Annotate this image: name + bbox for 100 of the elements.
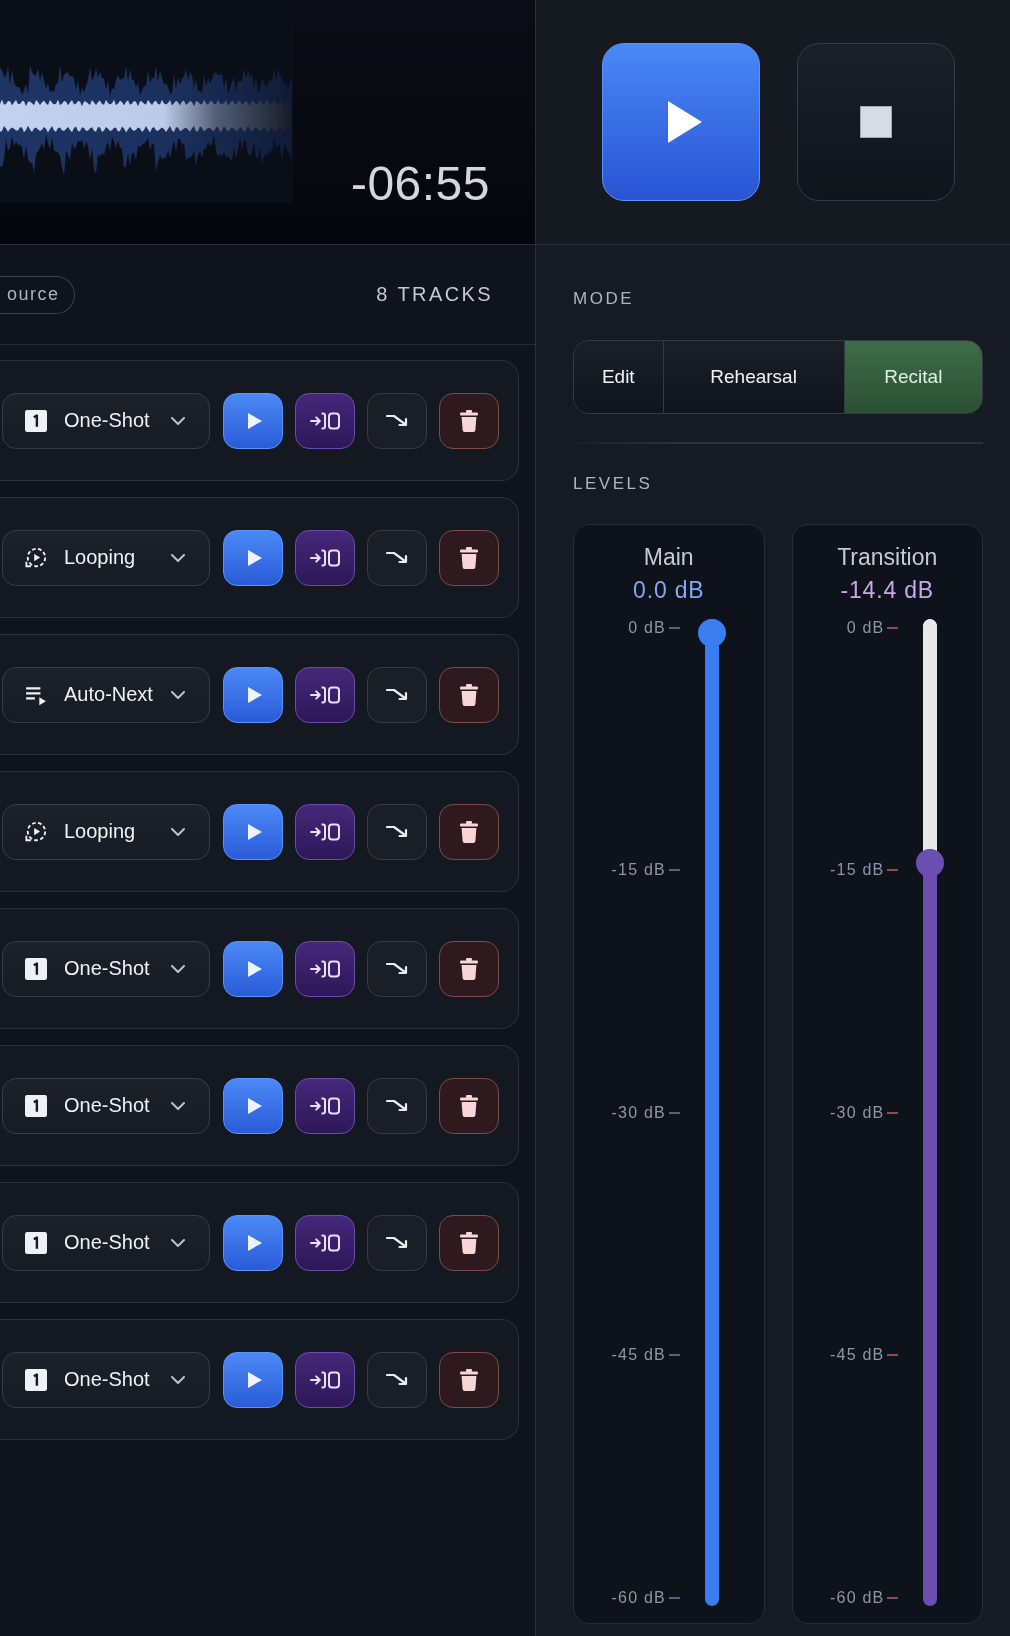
square-one-icon [25, 957, 47, 980]
bent-arrow-icon [386, 962, 408, 975]
channel-name: Main [643, 542, 694, 571]
scale-tick [887, 869, 899, 871]
mode-tab[interactable]: Rehearsal [663, 341, 845, 413]
stop-icon [860, 106, 892, 138]
scale-label: 0 dB [628, 619, 666, 636]
trash-icon [460, 1231, 478, 1254]
bent-arrow-icon [386, 1099, 408, 1112]
play-icon [247, 1371, 262, 1388]
play-button[interactable] [223, 1077, 283, 1134]
trash-icon [460, 820, 478, 843]
bent-arrow-icon [386, 825, 408, 838]
insert-button[interactable] [295, 1351, 355, 1408]
loop-play-icon [25, 546, 47, 569]
trash-icon [460, 1094, 478, 1117]
play-button[interactable] [223, 1351, 283, 1408]
play-button[interactable] [223, 1214, 283, 1271]
delete-button[interactable] [439, 666, 499, 723]
skip-button[interactable] [367, 1077, 427, 1134]
arrow-into-bracket-icon [309, 822, 341, 841]
delete-button[interactable] [439, 1214, 499, 1271]
skip-button[interactable] [367, 940, 427, 997]
channel-name: Transition [837, 542, 938, 571]
scale-label: -30 dB [611, 1104, 666, 1121]
bent-arrow-icon [386, 688, 408, 701]
chevron-down-icon [171, 1101, 185, 1110]
scale-tick [668, 626, 680, 629]
play-icon [247, 823, 262, 840]
square-one-icon [25, 1094, 47, 1117]
delete-button[interactable] [439, 392, 499, 449]
delete-button[interactable] [439, 1351, 499, 1408]
chevron-down-icon [171, 690, 185, 699]
chevron-down-icon [171, 964, 185, 973]
bent-arrow-icon [386, 551, 408, 564]
chevron-down-icon [171, 1238, 185, 1247]
insert-button[interactable] [295, 803, 355, 860]
arrow-into-bracket-icon [309, 1370, 341, 1389]
square-one-icon [25, 409, 47, 432]
arrow-into-bracket-icon [309, 1096, 341, 1115]
insert-button[interactable] [295, 940, 355, 997]
delete-button[interactable] [439, 940, 499, 997]
scale-tick [887, 1596, 899, 1599]
mode-dropdown[interactable]: One-Shot [2, 1214, 210, 1271]
skip-button[interactable] [367, 1351, 427, 1408]
square-one-icon [25, 1368, 47, 1391]
scale-tick [668, 869, 680, 871]
section-label: MODE [573, 289, 635, 309]
scale-label: -45 dB [830, 1347, 885, 1363]
chevron-down-icon [171, 416, 185, 425]
scale-tick [887, 1354, 899, 1356]
trash-icon [460, 1368, 478, 1391]
chevron-down-icon [171, 553, 185, 562]
chevron-down-icon [171, 827, 185, 836]
delete-button[interactable] [439, 1077, 499, 1134]
play-button[interactable] [223, 940, 283, 997]
insert-button[interactable] [295, 666, 355, 723]
play-icon [247, 1097, 262, 1114]
scale-label: -45 dB [611, 1347, 666, 1363]
delete-button[interactable] [439, 803, 499, 860]
mode-dropdown[interactable]: One-Shot [2, 1351, 210, 1408]
insert-button[interactable] [295, 529, 355, 586]
mode-tab[interactable]: Edit [574, 341, 664, 413]
scale-tick [887, 1111, 899, 1114]
mode-dropdown[interactable]: One-Shot [2, 1077, 210, 1134]
play-button[interactable] [223, 666, 283, 723]
play-button[interactable] [223, 803, 283, 860]
skip-button[interactable] [367, 803, 427, 860]
play-button[interactable] [602, 43, 760, 201]
section-label: LEVELS [573, 473, 654, 494]
skip-button[interactable] [367, 529, 427, 586]
scale-label: -15 dB [830, 862, 885, 878]
stop-button[interactable] [797, 43, 955, 201]
mode-tab[interactable]: Recital [844, 341, 982, 413]
scale-label: -60 dB [611, 1589, 666, 1606]
slider-thumb[interactable] [697, 618, 726, 647]
loop-play-icon [25, 820, 47, 843]
insert-button[interactable] [295, 1077, 355, 1134]
slider-thumb[interactable] [916, 848, 945, 877]
insert-button[interactable] [295, 1214, 355, 1271]
mode-dropdown[interactable]: Looping [2, 803, 210, 860]
track-count: 8 TRACKS [376, 283, 493, 306]
mode-dropdown[interactable]: Looping [2, 529, 210, 586]
skip-button[interactable] [367, 666, 427, 723]
play-button[interactable] [223, 529, 283, 586]
scale-tick [887, 626, 899, 629]
bent-arrow-icon [386, 414, 408, 427]
insert-button[interactable] [295, 392, 355, 449]
mode-dropdown[interactable]: One-Shot [2, 392, 210, 449]
play-icon [247, 412, 262, 429]
arrow-into-bracket-icon [309, 1233, 341, 1252]
mode-dropdown[interactable]: Auto-Next [2, 666, 210, 723]
play-icon [247, 686, 262, 703]
play-button[interactable] [223, 392, 283, 449]
channel-reading: -14.4 dB [840, 575, 934, 604]
mode-dropdown[interactable]: One-Shot [2, 940, 210, 997]
delete-button[interactable] [439, 529, 499, 586]
skip-button[interactable] [367, 392, 427, 449]
skip-button[interactable] [367, 1214, 427, 1271]
scale-tick [668, 1111, 680, 1114]
